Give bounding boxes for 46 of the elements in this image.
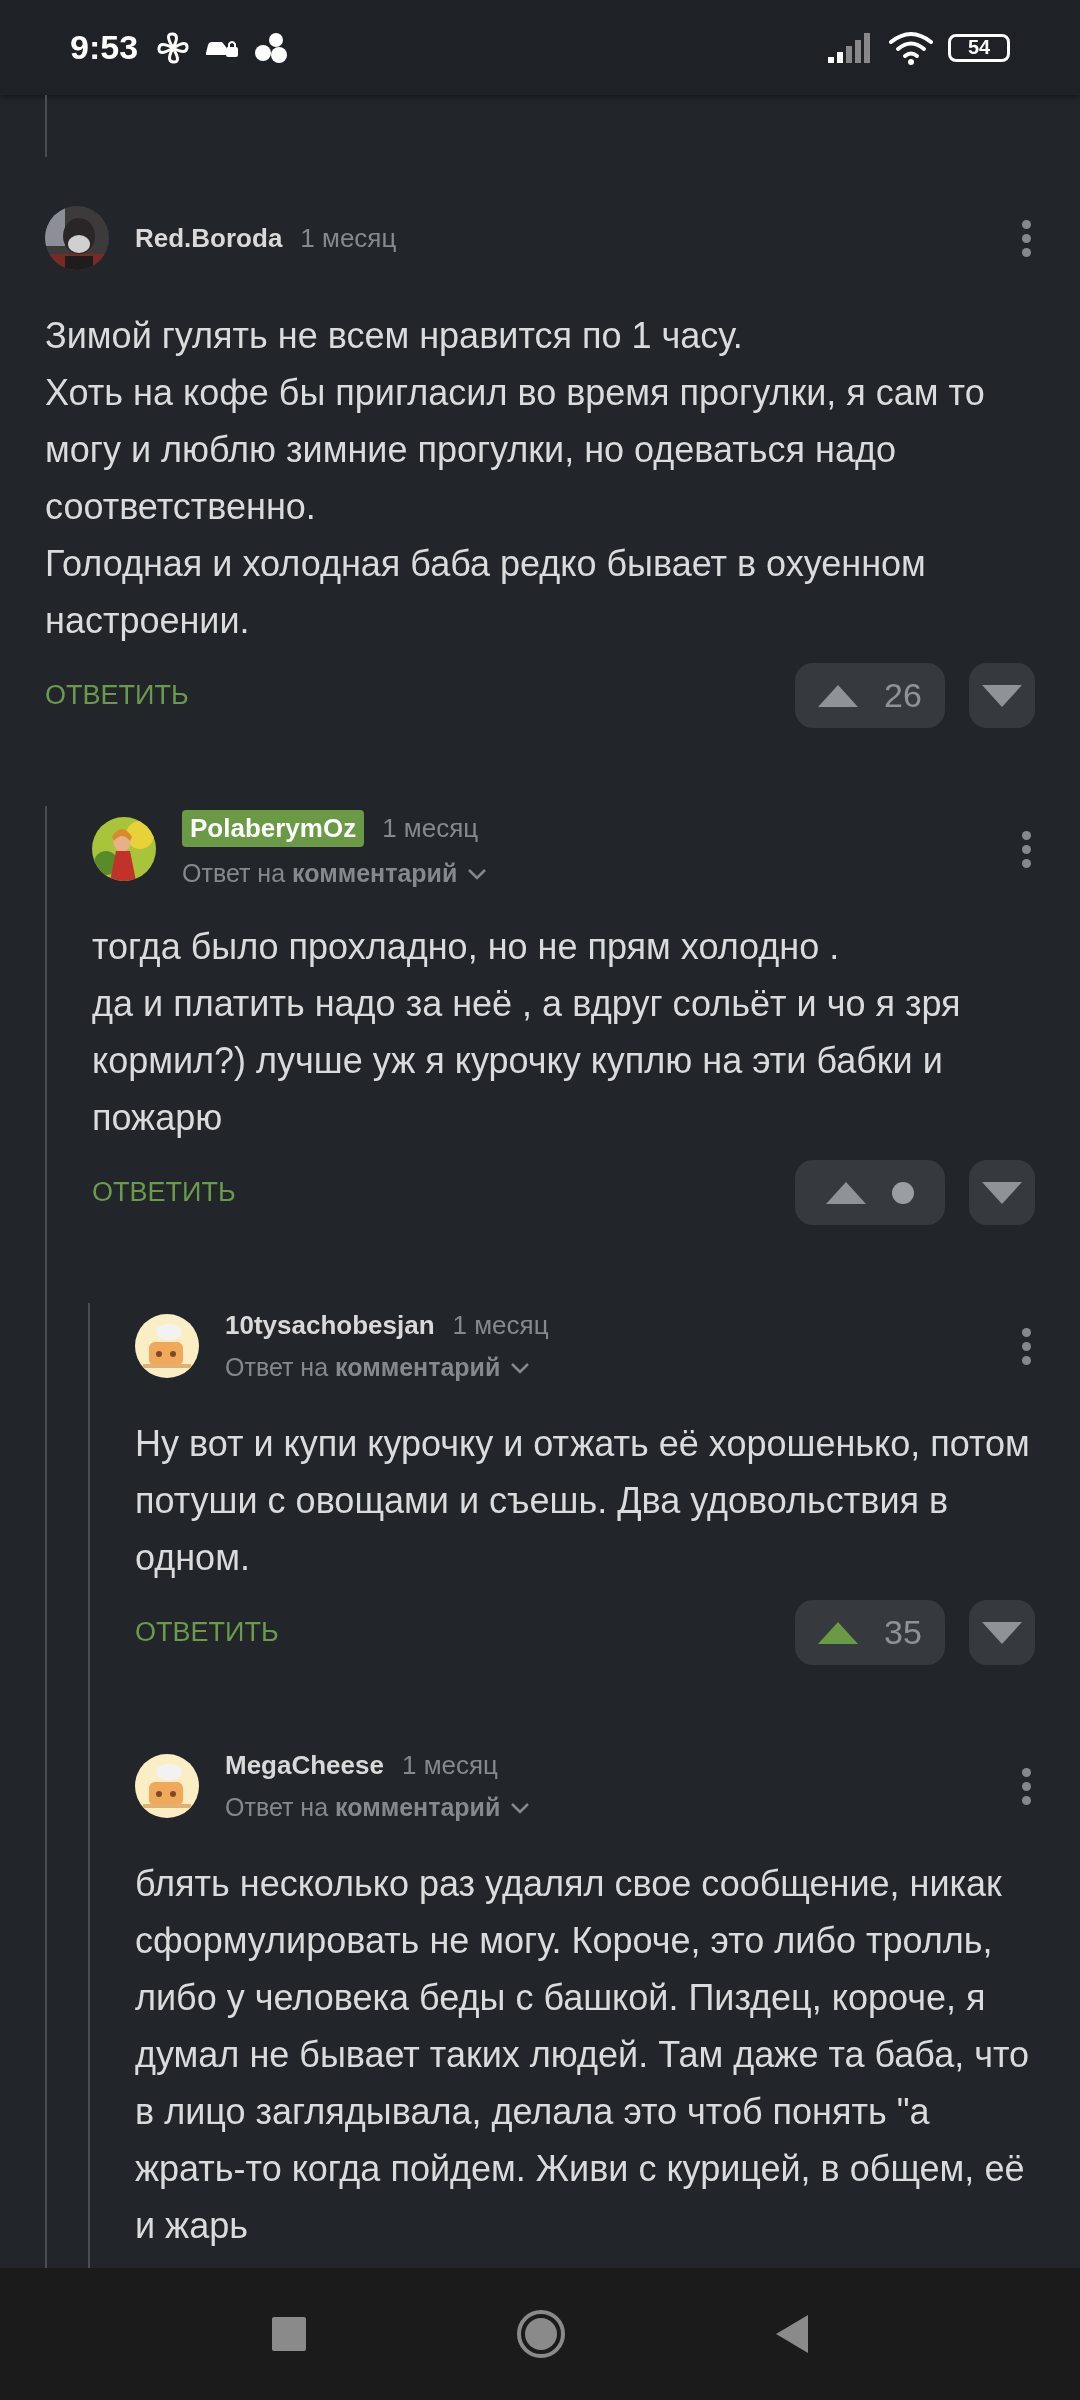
reply-button[interactable]: ОТВЕТИТЬ <box>92 1177 771 1208</box>
hidden-score-icon <box>892 1181 914 1204</box>
downvote-icon <box>982 684 1022 707</box>
author-name[interactable]: Red.Boroda <box>135 222 283 254</box>
downvote-icon <box>982 1181 1022 1204</box>
status-time: 9:53 <box>70 28 139 67</box>
vote-score: 26 <box>884 676 922 715</box>
downvote-button[interactable] <box>969 1160 1035 1225</box>
downvote-button[interactable] <box>969 663 1035 728</box>
comment-text: Ну вот и купи курочку и отжать её хорошенько, потом потуши с овощами и съешь. Два удовольствия в одном. <box>135 1422 1031 1580</box>
reply-to-link[interactable]: Ответ на комментарий <box>225 1353 992 1382</box>
author-name[interactable]: MegaCheese <box>225 1750 384 1781</box>
comment-text: Зимой гулять не всем нравится по 1 часу. <box>45 314 744 358</box>
pinwheel-icon <box>156 30 191 65</box>
upvote-button[interactable]: 26 <box>795 663 945 728</box>
reply-button[interactable]: ОТВЕТИТЬ <box>45 680 771 711</box>
comment-time: 1 месяц <box>300 222 397 254</box>
upvote-icon <box>818 684 859 707</box>
comment-text: Хоть на кофе бы пригласил во время прогулки, я сам то могу и люблю зимние прогулки, но одеваться надо соответственно. <box>45 371 986 529</box>
comment-time: 1 месяц <box>452 1310 549 1341</box>
back-icon[interactable] <box>776 2315 808 2353</box>
chevron-down-icon <box>510 1361 531 1374</box>
author-name[interactable]: 10tysachobesjan <box>225 1310 435 1341</box>
comment-text: Голодная и холодная баба редко бывает в охуенном настроении. <box>45 542 927 643</box>
reply-to-link[interactable]: Ответ на комментарий <box>182 859 992 888</box>
upvote-button[interactable]: 35 <box>795 1600 945 1665</box>
author-name[interactable]: PolaberymOz <box>182 810 365 847</box>
chevron-down-icon <box>467 867 488 880</box>
upvote-icon <box>818 1621 859 1644</box>
reply-button[interactable]: ОТВЕТИТЬ <box>135 1617 771 1648</box>
dots-cluster-icon <box>254 31 289 64</box>
vote-score: 35 <box>884 1613 922 1652</box>
comment-text: блять несколько раз удалял свое сообщение, никак сформулировать не могу. Короче, это либо тролль, либо у человека беды с башкой. Пиздец, короче, я думал не бывает таких людей. Там даже та баба, что в лицо заглядывала, делала это чтоб понять "а жрать-то когда пойдем. Живи с курицей, в общем, её и жарь <box>135 1862 1031 2248</box>
downvote-button[interactable] <box>969 1600 1035 1665</box>
upvote-button[interactable] <box>795 1160 945 1225</box>
comment-text: тогда было прохладно, но не прям холодно . <box>92 925 841 969</box>
battery-level: 54 <box>948 33 1010 62</box>
reply-to-link[interactable]: Ответ на комментарий <box>225 1793 992 1822</box>
upvote-icon <box>826 1181 866 1204</box>
downvote-icon <box>982 1621 1022 1644</box>
comment-time: 1 месяц <box>401 1750 498 1781</box>
chevron-down-icon <box>510 1801 531 1814</box>
home-icon[interactable] <box>516 2309 566 2359</box>
wifi-icon <box>888 30 934 65</box>
comment-time: 1 месяц <box>382 813 479 844</box>
comment-text: да и платить надо за неё , а вдруг сольёт и чо я зря кормил?) лучше уж я курочку куплю на эти бабки и пожарю <box>92 982 962 1140</box>
